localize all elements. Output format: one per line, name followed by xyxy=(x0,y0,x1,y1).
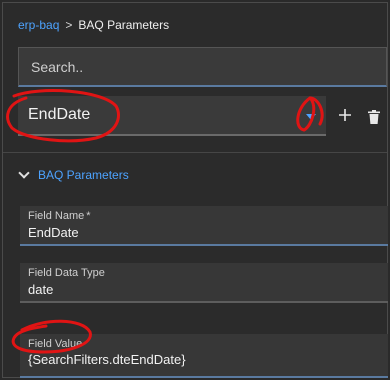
field-label: Field Value xyxy=(28,338,388,350)
plus-icon[interactable] xyxy=(338,106,352,127)
field-name-value: EndDate xyxy=(28,225,79,240)
field-data-type-input[interactable]: Field Data Type date xyxy=(20,263,388,303)
required-mark: * xyxy=(86,210,91,222)
search-placeholder: Search.. xyxy=(31,58,84,75)
divider xyxy=(3,152,387,153)
parameter-select[interactable]: EndDate xyxy=(18,96,326,136)
field-name-input[interactable]: Field Name * EndDate xyxy=(20,206,388,246)
field-value-input[interactable]: Field Value {SearchFilters.dteEndDate} xyxy=(20,334,388,378)
field-label: Field Name * xyxy=(28,210,388,222)
trash-icon[interactable] xyxy=(368,108,380,129)
field-data-type-value: date xyxy=(28,282,54,297)
field-value-label: Field Value xyxy=(28,338,83,350)
field-data-type-label: Field Data Type xyxy=(28,267,105,279)
field-name-label: Field Name xyxy=(28,210,85,222)
breadcrumb-separator: > xyxy=(65,18,73,32)
chevron-down-icon[interactable] xyxy=(306,114,316,120)
parameter-select-value: EndDate xyxy=(28,106,91,123)
chevron-down-icon[interactable] xyxy=(18,167,30,179)
field-value-value: {SearchFilters.dteEndDate} xyxy=(28,352,186,367)
search-input[interactable]: Search.. xyxy=(18,47,387,87)
field-label: Field Data Type xyxy=(28,267,388,279)
section-title: BAQ Parameters xyxy=(38,168,129,182)
breadcrumb-current: BAQ Parameters xyxy=(78,18,170,32)
section-header[interactable]: BAQ Parameters xyxy=(18,167,129,182)
breadcrumb: erp-baq > BAQ Parameters xyxy=(18,18,169,32)
breadcrumb-root-link[interactable]: erp-baq xyxy=(18,18,59,32)
